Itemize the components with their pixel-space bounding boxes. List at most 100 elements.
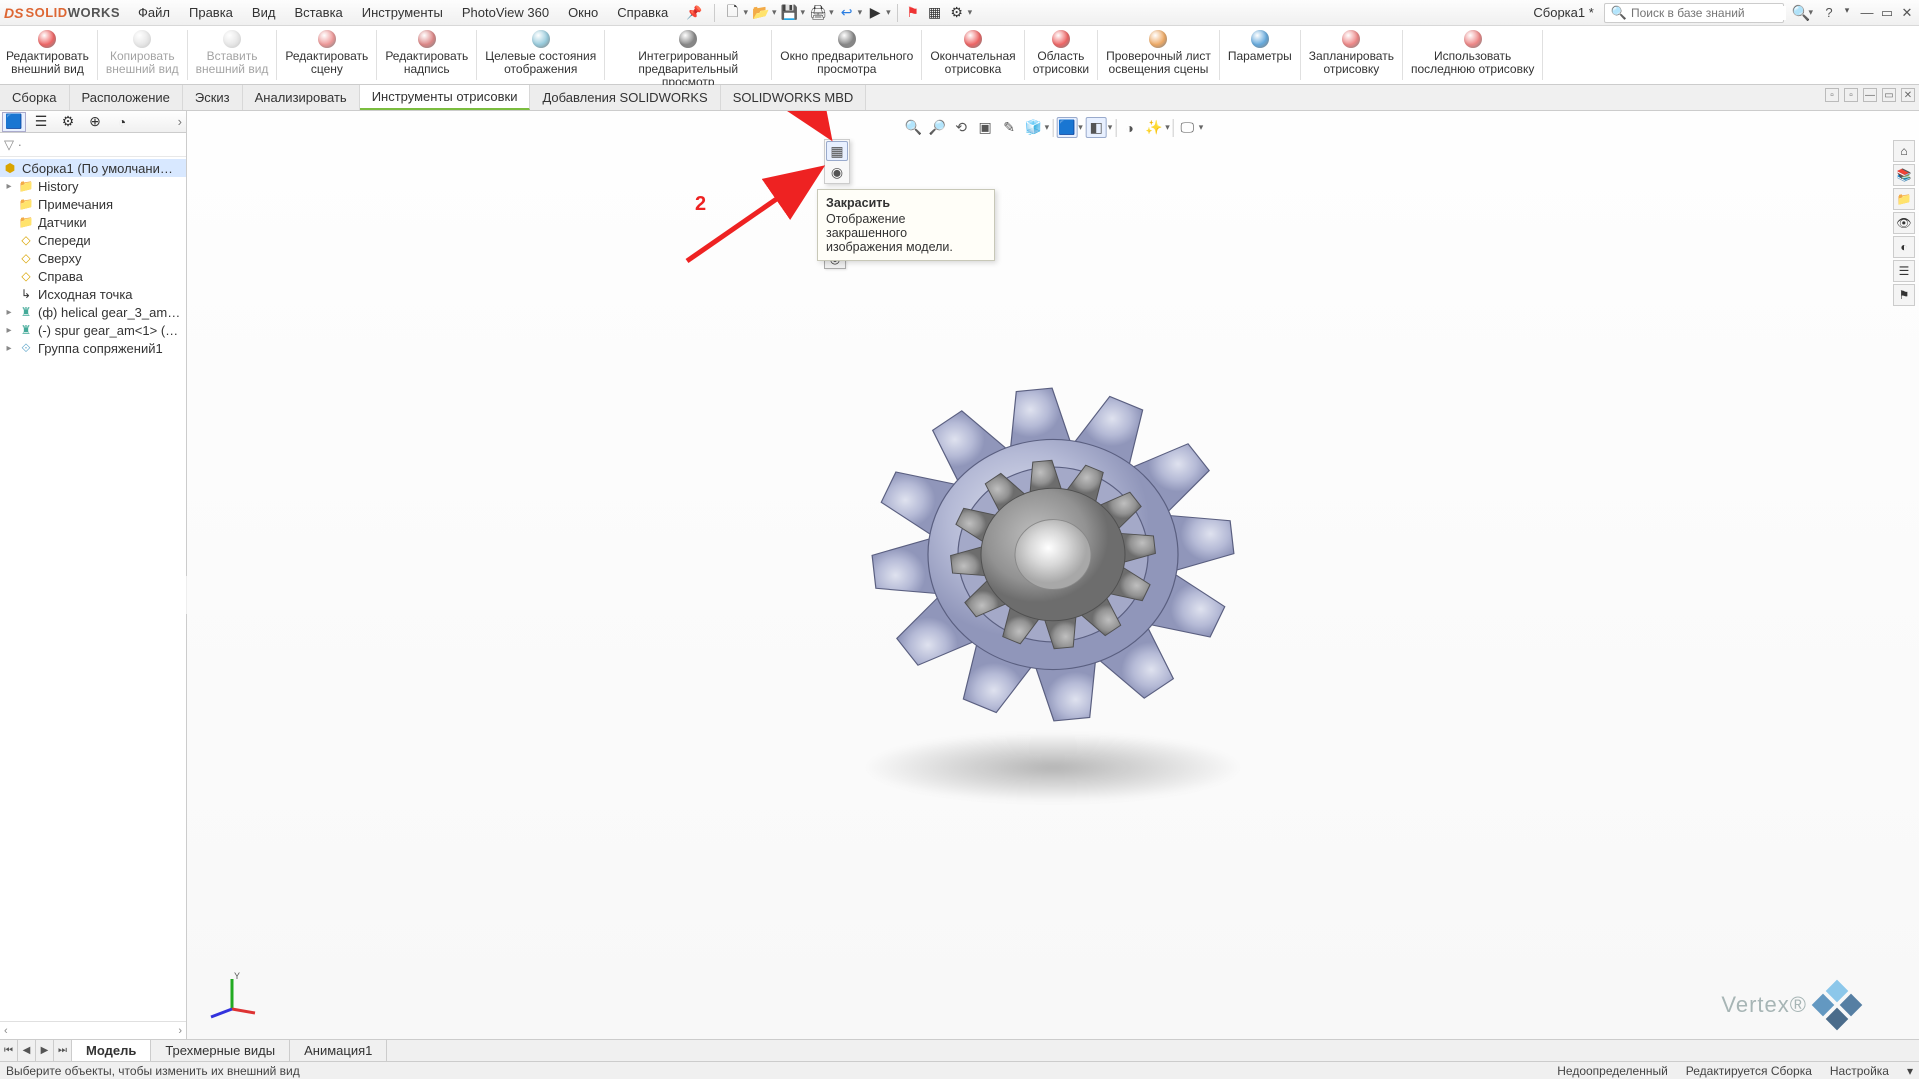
tab-сборка[interactable]: Сборка [0, 85, 70, 110]
tree-item[interactable]: ↳Исходная точка [0, 285, 186, 303]
section-icon[interactable]: ▣ [975, 117, 996, 138]
rebuild-icon[interactable]: ⚑ [904, 4, 922, 22]
dynamic-icon[interactable]: ✎ [999, 117, 1020, 138]
pin-icon[interactable]: 📌 [686, 5, 702, 21]
tree-item[interactable]: ◇Справа [0, 267, 186, 285]
fm-expand-icon[interactable]: › [178, 114, 182, 129]
menu-insert[interactable]: Вставка [286, 2, 350, 23]
twisty-icon[interactable]: ▸ [4, 181, 14, 192]
edit-decal-button[interactable]: Редактироватьнадпись [379, 26, 474, 84]
tp-explorer-icon[interactable]: 📁 [1893, 188, 1915, 210]
tab-анализировать[interactable]: Анализировать [243, 85, 360, 110]
tree-item[interactable]: 📁Датчики [0, 213, 186, 231]
status-custom[interactable]: Настройка [1830, 1064, 1889, 1078]
apply-scene-icon[interactable]: ✨ [1143, 117, 1164, 138]
search-box[interactable]: 🔍 [1604, 3, 1784, 23]
tp-props-icon[interactable]: ☰ [1893, 260, 1915, 282]
edit-scene-button[interactable]: Редактироватьсцену [279, 26, 374, 84]
maximize-icon[interactable]: ▭ [1879, 5, 1895, 21]
integrated-preview-button[interactable]: Интегрированныйпредварительный просмотр [607, 26, 769, 84]
twisty-icon[interactable]: ▸ [4, 325, 14, 336]
fm-tab-property-icon[interactable]: ☰ [29, 112, 53, 132]
new-icon[interactable]: 🗋 [723, 4, 741, 22]
tab-animation[interactable]: Анимация1 [290, 1040, 387, 1061]
render-region-button[interactable]: Областьотрисовки [1027, 26, 1095, 84]
menu-view[interactable]: Вид [244, 2, 284, 23]
3d-viewport[interactable]: 🔍 🔎 ⟲ ▣ ✎ 🧊▾ 🟦▾ ◧▾ ◑ ✨▾ 🖵▾ ▦ ◉ ◎ Закраси… [187, 111, 1919, 1039]
menu-file[interactable]: Файл [130, 2, 178, 23]
tp-library-icon[interactable]: 📚 [1893, 164, 1915, 186]
vcr-last-icon[interactable]: ⏭ [54, 1040, 72, 1061]
tree-item[interactable]: 📁Примечания [0, 195, 186, 213]
search-input[interactable] [1631, 6, 1786, 20]
collapse-2-icon[interactable]: ▫ [1844, 88, 1858, 102]
doc-close-icon[interactable]: ✕ [1901, 88, 1915, 102]
tp-forum-icon[interactable]: ⚑ [1893, 284, 1915, 306]
view-settings-icon[interactable]: 🖵 [1177, 117, 1198, 138]
tree-item[interactable]: ▸♜(-) spur gear_am<1> (Metric) [0, 321, 186, 339]
fm-filter-bar[interactable]: ▽ · [0, 133, 186, 157]
fm-horizontal-scroll[interactable]: ‹› [0, 1021, 186, 1039]
collapse-1-icon[interactable]: ▫ [1825, 88, 1839, 102]
status-drop-icon[interactable]: ▾ [1907, 1064, 1913, 1078]
open-icon[interactable]: 📂 [752, 4, 770, 22]
tree-item[interactable]: ▸♜(ф) helical gear_3_am<1> (Metric) [0, 303, 186, 321]
lighting-check-button[interactable]: Проверочный листосвещения сцены [1100, 26, 1217, 84]
twisty-icon[interactable]: ▸ [4, 307, 14, 318]
tp-appearance-icon[interactable]: ◐ [1893, 236, 1915, 258]
options-button[interactable]: Параметры [1222, 26, 1298, 84]
hidden-lines-icon[interactable]: ◧ [1086, 117, 1107, 138]
fm-tab-config-icon[interactable]: ⚙ [56, 112, 80, 132]
minimize-icon[interactable]: — [1859, 5, 1875, 21]
display-style-icon[interactable]: 🟦 [1056, 117, 1077, 138]
tab-добавления-solidworks[interactable]: Добавления SOLIDWORKS [530, 85, 720, 110]
zoom-area-icon[interactable]: 🔎 [927, 117, 948, 138]
tp-home-icon[interactable]: ⌂ [1893, 140, 1915, 162]
options-icon[interactable]: ⚙ [948, 4, 966, 22]
tab-инструменты-отрисовки[interactable]: Инструменты отрисовки [360, 85, 531, 110]
fm-tab-tree-icon[interactable]: 🟦 [2, 112, 26, 132]
tab-model[interactable]: Модель [72, 1040, 151, 1061]
shaded-icon[interactable]: ◉ [826, 162, 848, 182]
layout-icon[interactable]: ▦ [926, 4, 944, 22]
tree-item[interactable]: ▸📁History [0, 177, 186, 195]
save-icon[interactable]: 💾 [781, 4, 799, 22]
tp-view-icon[interactable]: 👁 [1893, 212, 1915, 234]
menu-photoview[interactable]: PhotoView 360 [454, 2, 557, 23]
select-icon[interactable]: ▶ [866, 4, 884, 22]
tab-расположение[interactable]: Расположение [70, 85, 183, 110]
edit-appearance-icon[interactable]: ◑ [1119, 117, 1140, 138]
help-icon[interactable]: ? [1821, 5, 1837, 21]
display-states-button[interactable]: Целевые состоянияотображения [479, 26, 602, 84]
edit-appearance-button[interactable]: Редактироватьвнешний вид [0, 26, 95, 84]
tree-item[interactable]: ◇Сверху [0, 249, 186, 267]
menu-tools[interactable]: Инструменты [354, 2, 451, 23]
view-orient-icon[interactable]: 🧊 [1023, 117, 1044, 138]
preview-window-button[interactable]: Окно предварительногопросмотра [774, 26, 919, 84]
shaded-edges-icon[interactable]: ▦ [826, 141, 848, 161]
tab-3dviews[interactable]: Трехмерные виды [151, 1040, 290, 1061]
fm-tab-dim-icon[interactable]: ⊕ [83, 112, 107, 132]
undo-icon[interactable]: ↩ [838, 4, 856, 22]
prev-view-icon[interactable]: ⟲ [951, 117, 972, 138]
menu-window[interactable]: Окно [560, 2, 606, 23]
fm-tab-display-icon[interactable]: ◔ [110, 112, 134, 132]
tree-item[interactable]: ◇Спереди [0, 231, 186, 249]
tab-эскиз[interactable]: Эскиз [183, 85, 243, 110]
doc-min-icon[interactable]: — [1863, 88, 1877, 102]
schedule-render-button[interactable]: Запланироватьотрисовку [1303, 26, 1400, 84]
vcr-next-icon[interactable]: ▶ [36, 1040, 54, 1061]
tree-root[interactable]: ⬢ Сборка1 (По умолчанию<По умолчанию>) [0, 159, 186, 177]
vcr-prev-icon[interactable]: ◀ [18, 1040, 36, 1061]
zoom-fit-icon[interactable]: 🔍 [903, 117, 924, 138]
doc-max-icon[interactable]: ▭ [1882, 88, 1896, 102]
print-icon[interactable]: 🖨 [809, 4, 827, 22]
menu-edit[interactable]: Правка [181, 2, 241, 23]
menu-help[interactable]: Справка [609, 2, 676, 23]
tab-solidworks-mbd[interactable]: SOLIDWORKS MBD [721, 85, 867, 110]
vcr-first-icon[interactable]: ⏮ [0, 1040, 18, 1061]
tree-item[interactable]: ▸⟐Группа сопряжений1 [0, 339, 186, 357]
twisty-icon[interactable]: ▸ [4, 343, 14, 354]
close-icon[interactable]: ✕ [1899, 5, 1915, 21]
final-render-button[interactable]: Окончательнаяотрисовка [924, 26, 1021, 84]
